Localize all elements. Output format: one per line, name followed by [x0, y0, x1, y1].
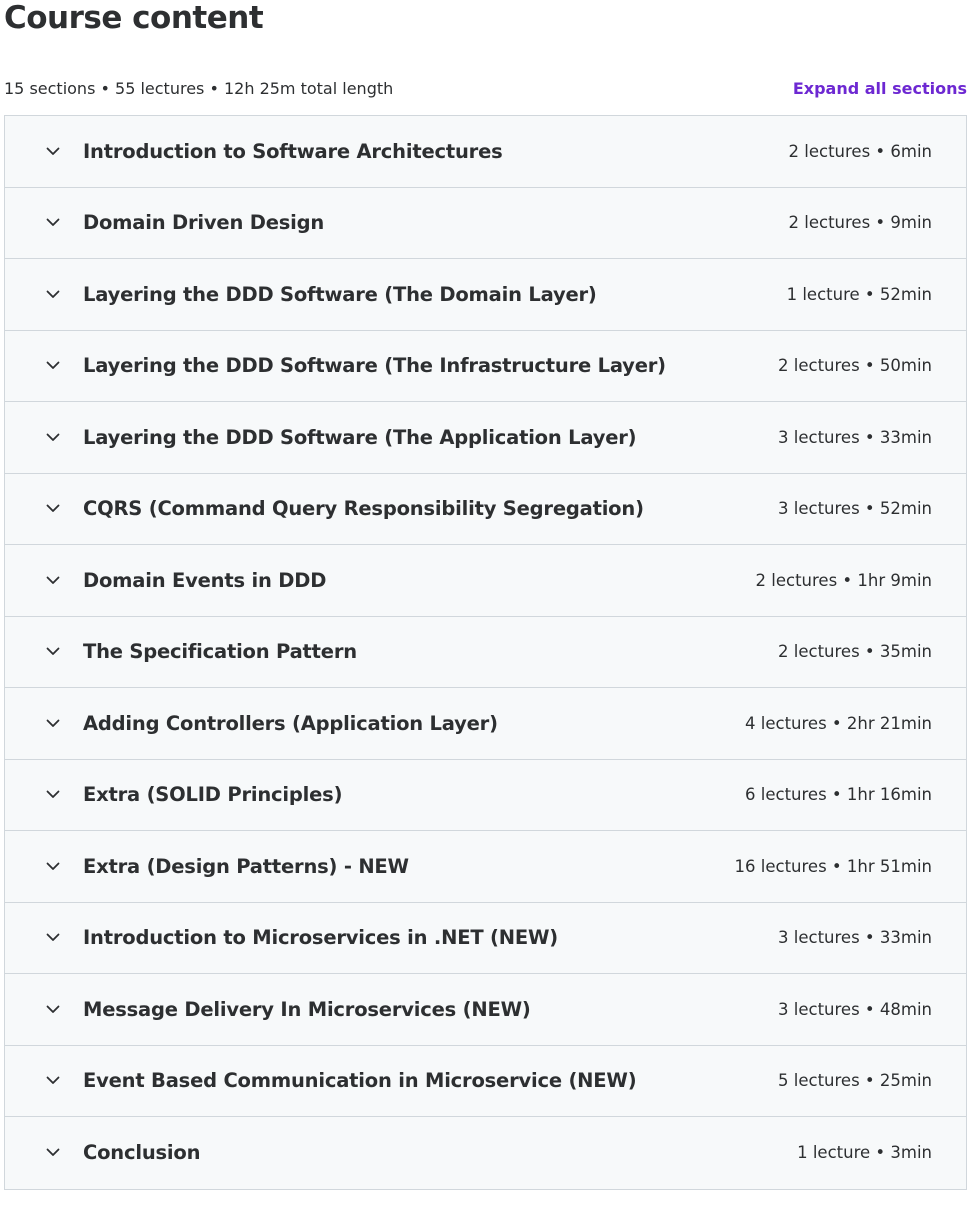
chevron-down-icon [45, 286, 61, 302]
section-title: CQRS (Command Query Responsibility Segre… [83, 497, 644, 521]
section-meta: 2 lectures • 35min [778, 642, 932, 662]
chevron-down-icon [45, 215, 61, 231]
section-title: Introduction to Microservices in .NET (N… [83, 926, 559, 950]
chevron-down-icon [45, 644, 61, 660]
section-title: Introduction to Software Architectures [83, 139, 503, 163]
section-meta: 5 lectures • 25min [778, 1071, 932, 1091]
chevron-down-icon [45, 572, 61, 588]
section-panel[interactable]: Event Based Communication in Microservic… [5, 1046, 966, 1117]
chevron-down-icon [45, 930, 61, 946]
page-title: Course content [4, 0, 264, 36]
chevron-down-icon [45, 715, 61, 731]
section-panel[interactable]: Message Delivery In Microservices (NEW) 3… [5, 974, 966, 1046]
section-panel[interactable]: Extra (Design Patterns) - NEW 16 lectures… [5, 831, 966, 903]
section-title: Conclusion [83, 1141, 201, 1165]
section-meta: 3 lectures • 33min [778, 928, 932, 948]
section-panel[interactable]: Domain Events in DDD 2 lectures • 1hr 9mi… [5, 545, 966, 617]
chevron-down-icon [45, 501, 61, 517]
section-meta: 3 lectures • 52min [778, 499, 932, 519]
section-title: Domain Driven Design [83, 211, 325, 235]
section-panel[interactable]: Domain Driven Design 2 lectures • 9min [5, 188, 966, 259]
section-panel[interactable]: Adding Controllers (Application Layer) 4 … [5, 688, 966, 760]
chevron-down-icon [45, 429, 61, 445]
chevron-down-icon [45, 787, 61, 803]
chevron-down-icon [45, 143, 61, 159]
section-meta: 2 lectures • 1hr 9min [755, 570, 932, 590]
section-meta: 16 lectures • 1hr 51min [734, 856, 932, 876]
chevron-down-icon [45, 858, 61, 874]
section-panel[interactable]: CQRS (Command Query Responsibility Segre… [5, 474, 966, 545]
section-title: The Specification Pattern [83, 640, 357, 664]
section-title: Layering the DDD Software (The Domain La… [83, 282, 597, 306]
section-panel[interactable]: Introduction to Software Architectures 2 … [5, 116, 966, 188]
section-panel[interactable]: Extra (SOLID Principles) 6 lectures • 1hr… [5, 760, 966, 831]
section-panel[interactable]: The Specification Pattern 2 lectures • 35… [5, 617, 966, 688]
section-title: Message Delivery In Microservices (NEW) [83, 997, 531, 1021]
section-panel[interactable]: Layering the DDD Software (The Domain La… [5, 259, 966, 331]
chevron-down-icon [45, 1001, 61, 1017]
section-panel[interactable]: Layering the DDD Software (The Infrastru… [5, 331, 966, 402]
section-meta: 3 lectures • 48min [778, 999, 932, 1019]
section-panel[interactable]: Layering the DDD Software (The Applicati… [5, 402, 966, 474]
section-meta: 6 lectures • 1hr 16min [745, 785, 932, 805]
chevron-down-icon [45, 1145, 61, 1161]
section-title: Extra (Design Patterns) - NEW [83, 854, 409, 878]
section-meta: 3 lectures • 33min [778, 427, 932, 447]
section-meta: 2 lectures • 6min [788, 141, 932, 161]
sections-list: Introduction to Software Architectures 2 … [4, 115, 967, 1190]
chevron-down-icon [45, 1073, 61, 1089]
course-summary-row: 15 sections • 55 lectures • 12h 25m tota… [4, 76, 967, 100]
section-title: Event Based Communication in Microservic… [83, 1069, 637, 1093]
section-title: Domain Events in DDD [83, 568, 327, 592]
section-meta: 2 lectures • 50min [778, 356, 932, 376]
section-title: Adding Controllers (Application Layer) [83, 711, 498, 735]
section-meta: 4 lectures • 2hr 21min [745, 713, 932, 733]
section-meta: 1 lecture • 52min [786, 284, 932, 304]
course-summary: 15 sections • 55 lectures • 12h 25m tota… [4, 78, 394, 98]
section-panel[interactable]: Introduction to Microservices in .NET (N… [5, 903, 966, 974]
section-title: Layering the DDD Software (The Infrastru… [83, 354, 666, 378]
section-title: Layering the DDD Software (The Applicati… [83, 425, 637, 449]
expand-all-sections-button[interactable]: Expand all sections [793, 79, 967, 98]
section-meta: 2 lectures • 9min [788, 213, 932, 233]
chevron-down-icon [45, 358, 61, 374]
section-title: Extra (SOLID Principles) [83, 783, 343, 807]
section-panel[interactable]: Conclusion 1 lecture • 3min [5, 1117, 966, 1189]
section-meta: 1 lecture • 3min [797, 1143, 932, 1163]
